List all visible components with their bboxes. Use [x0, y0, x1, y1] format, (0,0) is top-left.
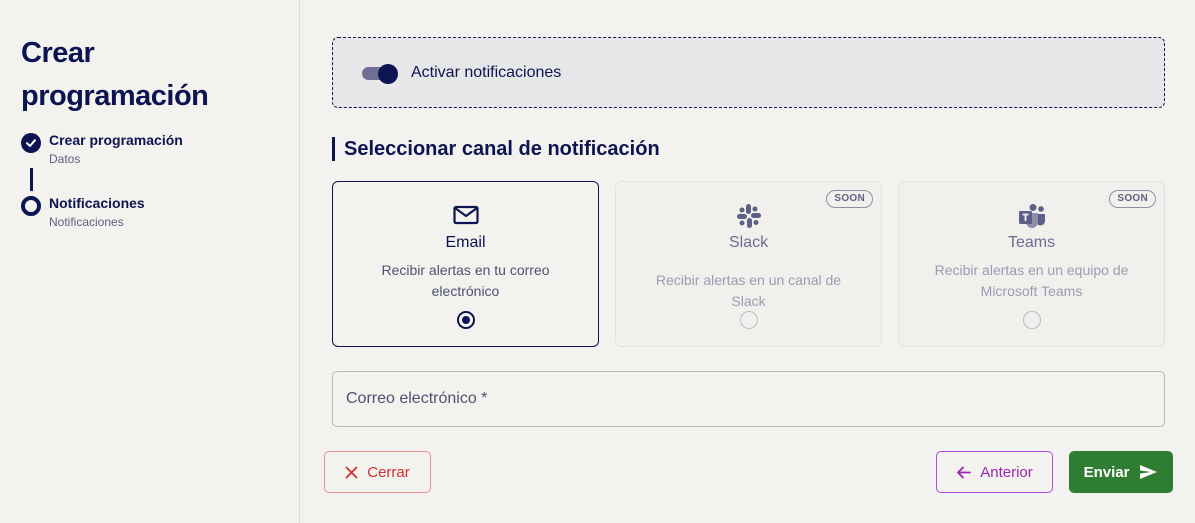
channel-radio-teams [1022, 311, 1041, 329]
mail-icon [333, 202, 598, 228]
send-icon [1139, 464, 1158, 480]
check-circle-icon [21, 133, 41, 153]
channel-description: Recibir alertas en un canal de Slack [655, 272, 842, 309]
page-title: Crear programación [21, 37, 209, 112]
send-button[interactable]: Enviar [1069, 451, 1173, 493]
current-step-icon [21, 196, 41, 216]
channel-card-teams: SOON Teams Recibir alertas en un equipo … [898, 181, 1165, 347]
notifications-toggle-label: Activar notificaciones [411, 64, 562, 81]
email-input[interactable] [333, 372, 1164, 426]
send-button-label: Enviar [1083, 463, 1130, 481]
channel-description: Recibir alertas en tu correo electrónico [381, 262, 550, 299]
channel-name: Teams [1007, 234, 1056, 251]
email-field[interactable] [332, 371, 1165, 427]
step-connector [30, 168, 33, 191]
step-subtitle: Notificaciones [49, 215, 124, 229]
channel-card-email[interactable]: Email Recibir alertas en tu correo elect… [332, 181, 599, 347]
arrow-left-icon [956, 466, 972, 479]
channel-card-slack: SOON Slack Recibir alertas en un canal d… [615, 181, 882, 347]
channel-description: Recibir alertas en un equipo de Microsof… [934, 262, 1129, 299]
teams-icon [899, 202, 1164, 228]
step-title: Notificaciones [49, 195, 145, 211]
channel-name: Slack [728, 234, 769, 251]
step-notificaciones[interactable]: Notificaciones Notificaciones [21, 195, 145, 230]
channel-radio-email[interactable] [456, 311, 475, 329]
channel-radio-slack [739, 311, 758, 329]
close-icon [345, 466, 358, 479]
slack-icon [616, 202, 881, 228]
step-title: Crear programación [49, 132, 183, 148]
close-button-label: Cerrar [367, 463, 410, 481]
close-button[interactable]: Cerrar [324, 451, 431, 493]
step-subtitle: Datos [49, 152, 81, 166]
previous-button[interactable]: Anterior [936, 451, 1053, 493]
stepper-sidebar: Crear programación Crear programación Da… [0, 0, 300, 523]
channel-name: Email [445, 234, 486, 251]
notifications-toggle-box: Activar notificaciones [332, 37, 1165, 108]
channel-section-title: Seleccionar canal de notificación [332, 137, 660, 161]
step-crear-programacion[interactable]: Crear programación Datos [21, 132, 183, 167]
notifications-toggle[interactable] [362, 64, 398, 84]
previous-button-label: Anterior [980, 463, 1033, 481]
toggle-knob [378, 64, 398, 84]
